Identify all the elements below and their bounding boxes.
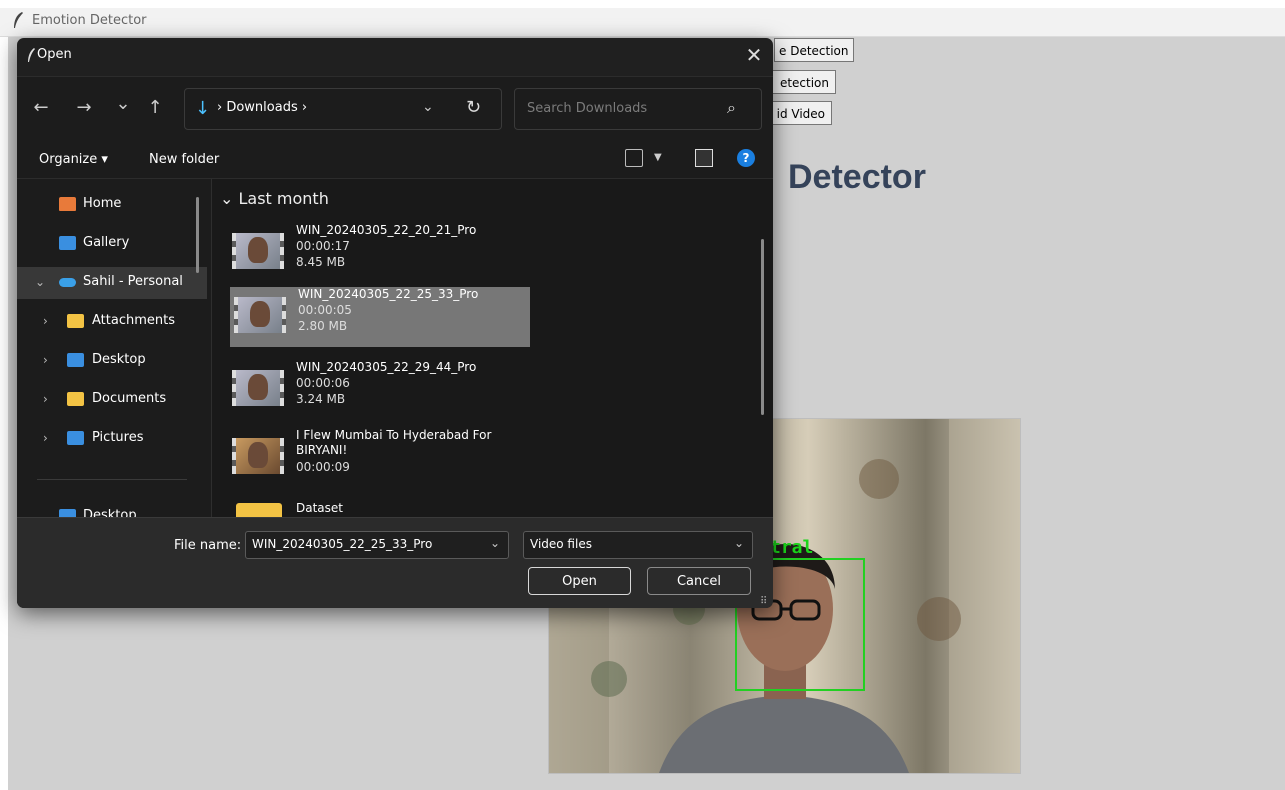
nav-item-label: Documents: [92, 391, 167, 406]
file-name-value: WIN_20240305_22_25_33_Pro: [252, 537, 433, 551]
nav-item-home[interactable]: Home: [17, 189, 207, 221]
file-duration: 00:00:06: [296, 376, 350, 390]
search-placeholder: Search Downloads: [527, 101, 648, 116]
file-name: WIN_20240305_22_20_21_Pro: [296, 223, 477, 237]
nav-item-label: Pictures: [92, 430, 144, 445]
chevron-down-icon[interactable]: ⌄: [422, 99, 434, 115]
caret-down-icon[interactable]: ▼: [654, 152, 662, 163]
upload-video-button[interactable]: id Video: [768, 101, 832, 125]
file-name-label: File name:: [174, 538, 242, 553]
home-icon: [59, 197, 76, 211]
video-detection-button[interactable]: etection: [768, 70, 836, 94]
image-detection-button[interactable]: e Detection: [774, 38, 854, 62]
list-item[interactable]: WIN_20240305_22_20_21_Pro 00:00:17 8.45 …: [228, 223, 528, 283]
command-bar: Organize ▾ New folder ▼ ?: [17, 142, 773, 179]
dialog-title: Open: [37, 47, 72, 62]
feather-icon: [28, 48, 35, 62]
file-size: 3.24 MB: [296, 392, 346, 406]
nav-item-label: Desktop: [92, 352, 146, 367]
preview-pane-icon[interactable]: [695, 149, 713, 167]
folder-name: Dataset: [296, 501, 343, 515]
nav-item-attachments[interactable]: › Attachments: [17, 306, 207, 338]
nav-item-label: Sahil - Personal: [83, 274, 183, 289]
gallery-icon: [59, 236, 76, 250]
view-options-icon[interactable]: [625, 149, 643, 167]
divider: [37, 479, 187, 480]
folder-icon: [67, 314, 84, 328]
download-icon: ↓: [195, 98, 211, 119]
nav-item-label: Attachments: [92, 313, 175, 328]
nav-item-onedrive[interactable]: ⌄ Sahil - Personal: [17, 267, 207, 299]
app-title: Emotion Detector: [32, 13, 147, 28]
chevron-right-icon[interactable]: ›: [43, 431, 48, 445]
recent-locations-icon[interactable]: ⌄: [113, 93, 133, 114]
onedrive-icon: [59, 278, 76, 287]
open-button[interactable]: Open: [528, 567, 631, 595]
up-arrow-icon[interactable]: ↑: [145, 97, 165, 118]
feather-icon: [14, 12, 23, 28]
nav-item-gallery[interactable]: Gallery: [17, 228, 207, 260]
list-item[interactable]: WIN_20240305_22_25_33_Pro 00:00:05 2.80 …: [230, 287, 530, 347]
address-bar[interactable]: ↓ › Downloads › ⌄ ↻: [184, 88, 502, 130]
organize-menu[interactable]: Organize ▾: [39, 152, 108, 167]
dialog-footer: File name: WIN_20240305_22_25_33_Pro ⌄ V…: [17, 517, 773, 608]
nav-scrollbar[interactable]: [196, 197, 199, 273]
new-folder-button[interactable]: New folder: [149, 152, 219, 167]
pictures-icon: [67, 431, 84, 445]
cancel-button[interactable]: Cancel: [647, 567, 751, 595]
list-item[interactable]: WIN_20240305_22_29_44_Pro 00:00:06 3.24 …: [228, 360, 528, 420]
file-type-value: Video files: [530, 537, 592, 551]
nav-item-label: Gallery: [83, 235, 130, 250]
video-thumbnail: [234, 297, 286, 333]
file-size: 2.80 MB: [298, 319, 348, 333]
help-icon[interactable]: ?: [737, 149, 755, 167]
group-header-label: Last month: [238, 189, 329, 208]
chevron-right-icon[interactable]: ›: [43, 314, 48, 328]
chevron-down-icon[interactable]: ⌄: [734, 536, 744, 550]
app-heading: Detector: [788, 158, 926, 196]
search-icon[interactable]: ⌕: [727, 98, 736, 118]
navigation-bar: ← → ⌄ ↑ ↓ › Downloads › ⌄ ↻ Search Downl…: [17, 76, 773, 143]
search-input[interactable]: Search Downloads ⌕: [514, 88, 762, 130]
file-list: ⌄ Last month WIN_20240305_22_20_21_Pro 0…: [212, 179, 773, 533]
list-item[interactable]: I Flew Mumbai To Hyderabad For BIRYANI! …: [228, 428, 528, 488]
video-thumbnail: [232, 438, 284, 474]
file-name: I Flew Mumbai To Hyderabad For BIRYANI!: [296, 428, 492, 457]
video-thumbnail: [232, 233, 284, 269]
nav-item-pictures[interactable]: › Pictures: [17, 423, 207, 455]
resize-grip-icon[interactable]: ⠿: [760, 596, 767, 607]
chevron-right-icon[interactable]: ›: [43, 353, 48, 367]
file-name-field[interactable]: WIN_20240305_22_25_33_Pro ⌄: [245, 531, 509, 559]
desktop-icon: [67, 353, 84, 367]
close-icon[interactable]: ✕: [743, 44, 765, 66]
file-size: 8.45 MB: [296, 255, 346, 269]
nav-item-label: Home: [83, 196, 122, 211]
chevron-right-icon[interactable]: ›: [43, 392, 48, 406]
emotion-label: tral: [770, 537, 814, 558]
chevron-down-icon[interactable]: ⌄: [490, 536, 500, 550]
file-duration: 00:00:09: [296, 460, 350, 474]
chevron-down-icon[interactable]: ⌄: [35, 275, 45, 289]
group-header[interactable]: ⌄ Last month: [220, 189, 329, 208]
list-item-folder[interactable]: Dataset: [228, 499, 528, 533]
file-name: WIN_20240305_22_29_44_Pro: [296, 360, 477, 374]
file-duration: 00:00:17: [296, 239, 350, 253]
file-list-scrollbar[interactable]: [761, 239, 764, 415]
nav-item-documents[interactable]: › Documents: [17, 384, 207, 416]
file-duration: 00:00:05: [298, 303, 352, 317]
folder-icon: [67, 392, 84, 406]
navigation-pane: Home Gallery ⌄ Sahil - Personal › Attach…: [17, 179, 212, 523]
app-title-bar: Emotion Detector: [0, 8, 1285, 37]
video-thumbnail: [232, 370, 284, 406]
nav-item-desktop[interactable]: › Desktop: [17, 345, 207, 377]
address-path[interactable]: › Downloads ›: [217, 100, 307, 115]
forward-arrow-icon[interactable]: →: [74, 97, 94, 118]
file-type-select[interactable]: Video files ⌄: [523, 531, 753, 559]
file-name: WIN_20240305_22_25_33_Pro: [298, 287, 479, 301]
back-arrow-icon[interactable]: ←: [31, 97, 51, 118]
chevron-down-icon[interactable]: ⌄: [220, 189, 233, 208]
refresh-icon[interactable]: ↻: [466, 97, 481, 118]
open-file-dialog: Open ✕ ← → ⌄ ↑ ↓ › Downloads › ⌄ ↻ Searc…: [17, 38, 773, 608]
